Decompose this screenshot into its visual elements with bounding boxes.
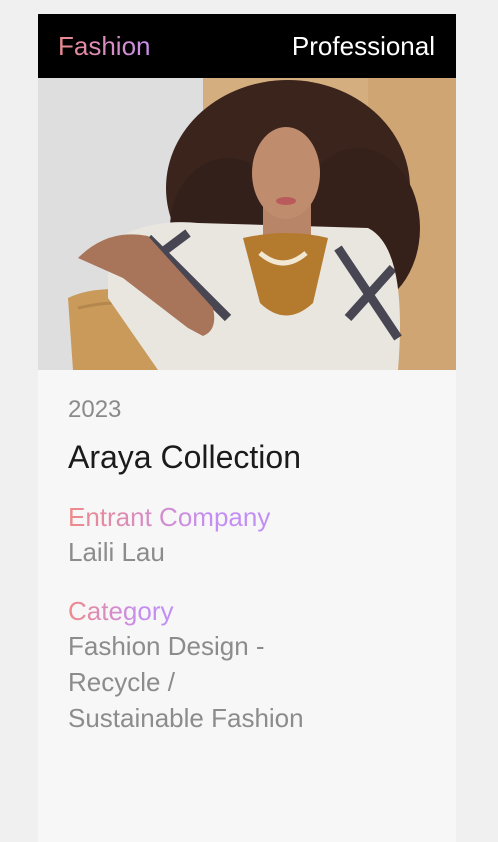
category-value: Fashion Design - Recycle / Sustainable F…	[68, 631, 304, 733]
entry-photo[interactable]	[38, 78, 456, 370]
company-field: Entrant Company Laili Lau	[68, 500, 426, 570]
level-label: Professional	[291, 30, 435, 61]
entry-year: 2023	[68, 396, 122, 423]
company-label: Entrant Company	[68, 502, 271, 532]
model-photo-illustration	[38, 78, 456, 370]
company-value: Laili Lau	[68, 537, 165, 567]
entry-title[interactable]: Araya Collection	[68, 438, 308, 476]
category-label: Category	[68, 596, 174, 626]
discipline-label: Fashion	[58, 30, 151, 61]
card-header: Fashion Professional	[38, 14, 456, 78]
entry-details: 2023 Araya Collection Entrant Company La…	[38, 370, 456, 736]
entry-card[interactable]: Fashion Professional 2023 Araya Collecti…	[38, 14, 456, 842]
category-field: Category Fashion Design - Recycle / Sust…	[68, 594, 426, 736]
